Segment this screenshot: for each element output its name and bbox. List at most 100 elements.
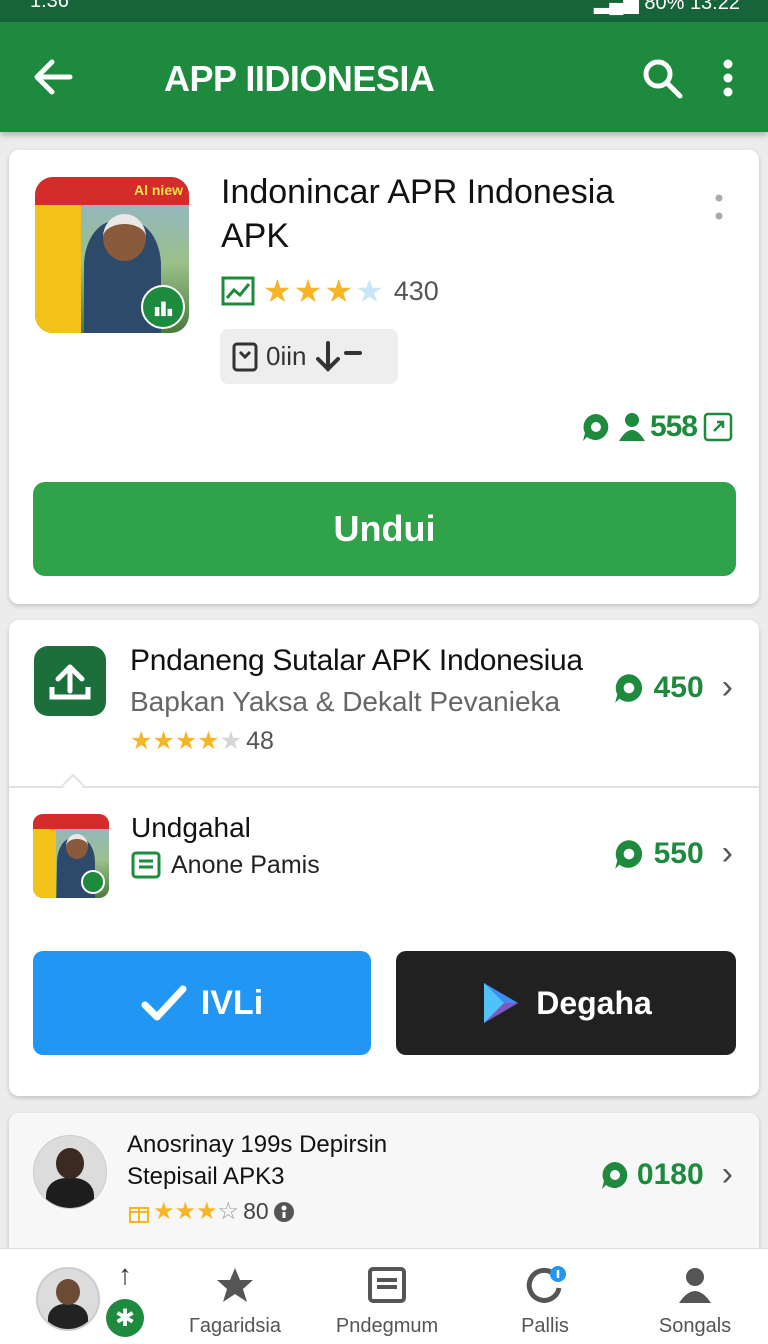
list-item-tag: Anone Pamis [131, 850, 320, 880]
price-value: 0180 [636, 1157, 704, 1191]
chart-badge-icon [141, 285, 185, 329]
divider-notch [61, 773, 85, 797]
recommendation-title: Anosrinay 199s Depirsin Stepisail APK3 [127, 1129, 387, 1193]
trend-chart-icon [221, 276, 255, 306]
confirm-button-label: IVLi [200, 983, 264, 1022]
star-empty-icon: ☆ [217, 1198, 240, 1225]
recommendation-title-line2: Stepisail APK3 [127, 1163, 285, 1190]
user-icon [618, 413, 645, 441]
nav-label: Гagaridsia [189, 1315, 281, 1337]
chat-bubble-icon [614, 673, 642, 703]
recommendation-title-line1: Anosrinay 199s Depirsin [127, 1131, 388, 1158]
chevron-right-icon[interactable]: › [722, 834, 733, 873]
star-icon: ★ [130, 727, 153, 755]
icon-head [102, 214, 146, 262]
nav-label: Pallis [521, 1315, 569, 1337]
external-link-icon[interactable] [703, 411, 733, 443]
star-icon: ★ [174, 1198, 197, 1225]
play-store-icon [484, 983, 519, 1023]
list-item-price[interactable]: 550 › [612, 834, 733, 873]
star-icon: ★ [196, 1198, 218, 1225]
star-icon: ★ [263, 273, 292, 309]
nav-label: Songals [658, 1315, 732, 1337]
star-icon: ★ [293, 273, 323, 309]
app-icon: Al niew [35, 177, 189, 333]
chip-label: 0iin [266, 341, 307, 371]
avatar-face [56, 1278, 80, 1305]
nav-item-settings[interactable]: Songals [620, 1263, 768, 1338]
list-icon [131, 851, 161, 879]
rating-count: 430 [393, 275, 439, 306]
confirm-button[interactable]: IVLi [33, 951, 371, 1055]
up-arrow-icon[interactable]: ↑ [118, 1259, 132, 1291]
star-icon: ★ [152, 727, 175, 755]
app-list-card: Pndaneng Sutalar APK Indonesiua Bapkan Y… [9, 620, 759, 1096]
star-empty-icon: ★ [219, 727, 243, 755]
chat-bubble-icon [582, 414, 609, 441]
star-icon [160, 1263, 310, 1307]
bottom-navigation: ↑ ✱ Гagaridsia Pndegmum Pallis Songals [0, 1248, 768, 1344]
file-icon [232, 342, 258, 371]
list-item-subtitle: Bapkan Yaksa & Dekalt Pevanieka [130, 686, 561, 717]
list-item-rating: ★ ★ ★ ★ ★ 48 [130, 726, 274, 756]
checkmark-icon [141, 985, 187, 1021]
window-icon [312, 1263, 462, 1307]
upload-icon [49, 664, 91, 700]
nav-item-window[interactable]: Pndegmum [312, 1263, 462, 1338]
nav-item-favorites[interactable]: Гagaridsia [160, 1263, 310, 1338]
overflow-menu-icon[interactable] [712, 56, 744, 100]
nav-label: Pndegmum [335, 1315, 439, 1337]
recommendation-rating: ★ ★ ★ ☆ 80 [127, 1197, 295, 1226]
icon-banner: Al niew [35, 177, 189, 206]
list-item-price[interactable]: 450 › [612, 668, 733, 707]
avatar-face [55, 1147, 85, 1180]
play-store-button-label: Degaha [536, 984, 652, 1021]
star-icon: ★ [174, 727, 198, 755]
chat-bubble-icon [614, 839, 642, 869]
person-icon [620, 1263, 768, 1307]
downloads-count: 558 [649, 410, 698, 443]
rating-count: 80 [243, 1198, 269, 1224]
app-icon [33, 814, 109, 898]
download-arrow-icon [316, 340, 363, 372]
app-rating: ★ ★ ★ ★ 430 [221, 272, 439, 310]
featured-app-card[interactable]: Al niew Indonincar APR Indonesia APK ★ ★… [9, 150, 759, 604]
list-item-title[interactable]: Pndaneng Sutalar APK Indonesiua [130, 644, 583, 678]
status-indicators: ▂▄▆ 80% 13:22 [594, 0, 740, 15]
upload-app-icon [34, 646, 106, 716]
avatar-body [45, 1177, 95, 1208]
chevron-right-icon[interactable]: › [722, 1155, 733, 1194]
divider [9, 786, 759, 788]
recommendation-price[interactable]: 0180 › [599, 1155, 733, 1194]
search-icon[interactable] [640, 56, 684, 100]
list-item-title[interactable]: Undgahal [131, 812, 251, 844]
status-time: 1:36 [30, 0, 69, 12]
download-chip[interactable]: 0iin [220, 329, 398, 384]
star-empty-icon: ★ [355, 273, 384, 309]
info-badge-icon [273, 1201, 294, 1222]
rating-count: 48 [246, 726, 274, 755]
battery-level: 80% [644, 0, 685, 14]
back-arrow-icon[interactable] [30, 54, 76, 100]
status-bar: 1:36 ▂▄▆ 80% 13:22 [0, 0, 768, 22]
downloads-stat: 558 [580, 410, 733, 444]
price-value: 550 [653, 836, 704, 870]
refresh-icon [470, 1263, 620, 1307]
profile-avatar[interactable] [36, 1267, 100, 1331]
nav-item-refresh[interactable]: Pallis [470, 1263, 620, 1338]
avatar-body [47, 1303, 89, 1329]
running-badge-icon[interactable]: ✱ [106, 1299, 144, 1337]
icon-banner [33, 814, 109, 830]
avatar [33, 1135, 107, 1209]
chat-bubble-icon [601, 1161, 628, 1189]
signal-icon: ▂▄▆ [593, 0, 639, 14]
app-name: Indonincar APR Indonesia APK [221, 173, 615, 255]
page-title: APP IIDIONESIA [164, 58, 435, 99]
chevron-right-icon[interactable]: › [722, 668, 733, 707]
app-bar: APP IIDIONESIA [0, 22, 768, 132]
card-menu-icon[interactable] [709, 192, 729, 228]
download-button[interactable]: Undui [33, 482, 736, 576]
star-icon: ★ [153, 1198, 175, 1225]
play-store-button[interactable]: Degaha [396, 951, 736, 1055]
status-clock: 13:22 [689, 0, 740, 14]
